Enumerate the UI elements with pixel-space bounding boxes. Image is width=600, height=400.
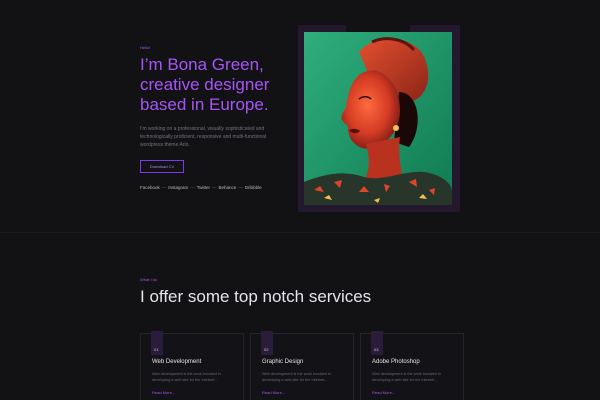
service-number: 02 <box>264 347 269 352</box>
service-title: Adobe Photoshop <box>372 359 420 365</box>
hero-title: I’m Bona Green, creative designer based … <box>140 55 300 115</box>
download-cv-button[interactable]: Download CV <box>140 160 184 173</box>
social-link-facebook[interactable]: Facebook <box>140 185 160 190</box>
social-links: Facebook — Instagram — Twitter — Behance… <box>140 185 262 190</box>
social-separator: — <box>212 185 217 190</box>
social-link-dribbble[interactable]: Dribbble <box>245 185 262 190</box>
social-link-behance[interactable]: Behance <box>219 185 237 190</box>
hero-title-line-2: creative designer <box>140 75 270 94</box>
service-description: Web development is the work involved in … <box>262 372 331 382</box>
services-title: I offer some top notch services <box>140 287 372 306</box>
read-more-link[interactable]: Read More... <box>262 390 285 395</box>
read-more-link[interactable]: Read More... <box>372 390 395 395</box>
hero-title-line-3: based in Europe. <box>140 95 269 114</box>
service-number: 03 <box>374 347 379 352</box>
services-kicker: What I do <box>140 277 158 282</box>
social-separator: — <box>238 185 243 190</box>
service-card[interactable]: 02 Graphic Design Web development is the… <box>250 331 354 400</box>
portrait-illustration <box>304 32 452 205</box>
service-title: Graphic Design <box>262 359 304 365</box>
service-description: Web development is the work involved in … <box>152 372 221 382</box>
portrait-frame-notch <box>346 25 410 32</box>
service-description: Web development is the work involved in … <box>372 372 441 382</box>
social-separator: — <box>161 185 167 190</box>
read-more-link[interactable]: Read More... <box>152 390 175 395</box>
service-title: Web Development <box>152 359 202 365</box>
hero-greeting: Hello! <box>140 45 151 50</box>
section-divider <box>0 232 600 233</box>
social-link-instagram[interactable]: Instagram <box>168 185 188 190</box>
service-card[interactable]: 01 Web Development Web development is th… <box>140 331 244 400</box>
social-link-twitter[interactable]: Twitter <box>197 185 210 190</box>
hero-title-line-1: I’m Bona Green, <box>140 55 264 74</box>
service-number: 01 <box>154 347 159 352</box>
portrait-image <box>304 32 452 205</box>
service-card[interactable]: 03 Adobe Photoshop Web development is th… <box>360 331 464 400</box>
social-separator: — <box>190 185 195 190</box>
hero-description: I’m working on a professional, visually … <box>140 126 267 148</box>
